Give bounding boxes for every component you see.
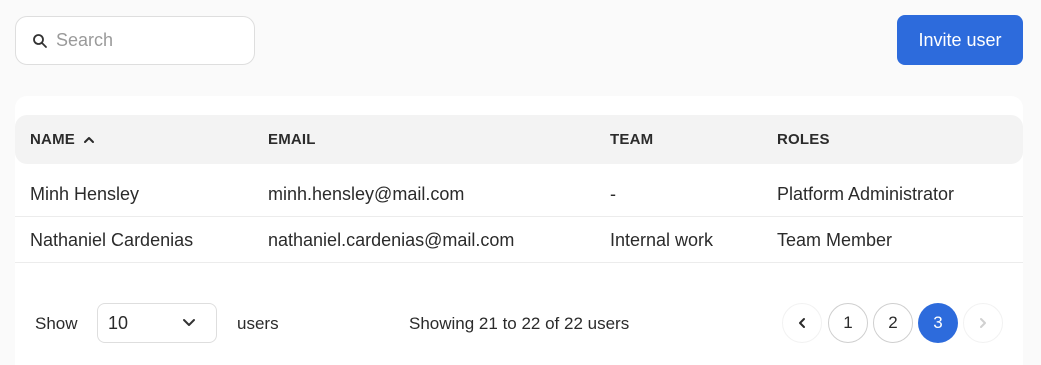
chevron-down-icon — [183, 319, 195, 326]
show-label: Show — [35, 314, 78, 333]
column-header-email[interactable]: EMAIL — [268, 115, 316, 164]
search-icon — [33, 33, 47, 48]
cell-roles: Platform Administrator — [777, 183, 955, 204]
page-size-value: 10 — [108, 312, 129, 333]
users-page: Invite user NAME EMAIL TEAM ROLES Minh H… — [0, 0, 1041, 365]
column-header-label: ROLES — [777, 131, 830, 148]
chevron-right-icon — [980, 318, 986, 328]
table-header: NAME EMAIL TEAM ROLES — [15, 115, 1023, 164]
column-header-roles[interactable]: ROLES — [777, 115, 830, 164]
sort-ascending-icon — [83, 136, 94, 143]
cell-team: Internal work — [610, 229, 714, 250]
cell-name: Nathaniel Cardenias — [30, 229, 194, 250]
cell-email: nathaniel.cardenias@mail.com — [268, 229, 515, 250]
cell-email: minh.hensley@mail.com — [268, 183, 465, 204]
search-box[interactable] — [15, 16, 255, 65]
column-header-label: NAME — [30, 131, 75, 148]
previous-page-button[interactable] — [782, 303, 822, 343]
page-button-1[interactable]: 1 — [828, 303, 868, 343]
page-button-3[interactable]: 3 — [918, 303, 958, 343]
column-header-label: TEAM — [610, 131, 654, 148]
column-header-team[interactable]: TEAM — [610, 115, 653, 164]
page-number: 2 — [888, 313, 898, 332]
page-number: 3 — [933, 313, 943, 332]
users-label: users — [237, 314, 279, 333]
page-size-select[interactable]: 10 — [97, 303, 217, 343]
table-row[interactable]: Minh Hensley minh.hensley@mail.com - Pla… — [15, 171, 1023, 217]
cell-name: Minh Hensley — [30, 183, 140, 204]
search-input[interactable] — [56, 30, 226, 51]
cell-team: - — [610, 183, 616, 204]
column-header-name[interactable]: NAME — [30, 115, 95, 164]
next-page-button[interactable] — [963, 303, 1003, 343]
pagination-summary: Showing 21 to 22 of 22 users — [409, 314, 630, 333]
chevron-left-icon — [799, 318, 805, 328]
invite-user-button[interactable]: Invite user — [897, 15, 1023, 65]
column-header-label: EMAIL — [268, 131, 316, 148]
table-row[interactable]: Nathaniel Cardenias nathaniel.cardenias@… — [15, 217, 1023, 263]
page-button-2[interactable]: 2 — [873, 303, 913, 343]
page-number: 1 — [843, 313, 853, 332]
cell-roles: Team Member — [777, 229, 893, 250]
